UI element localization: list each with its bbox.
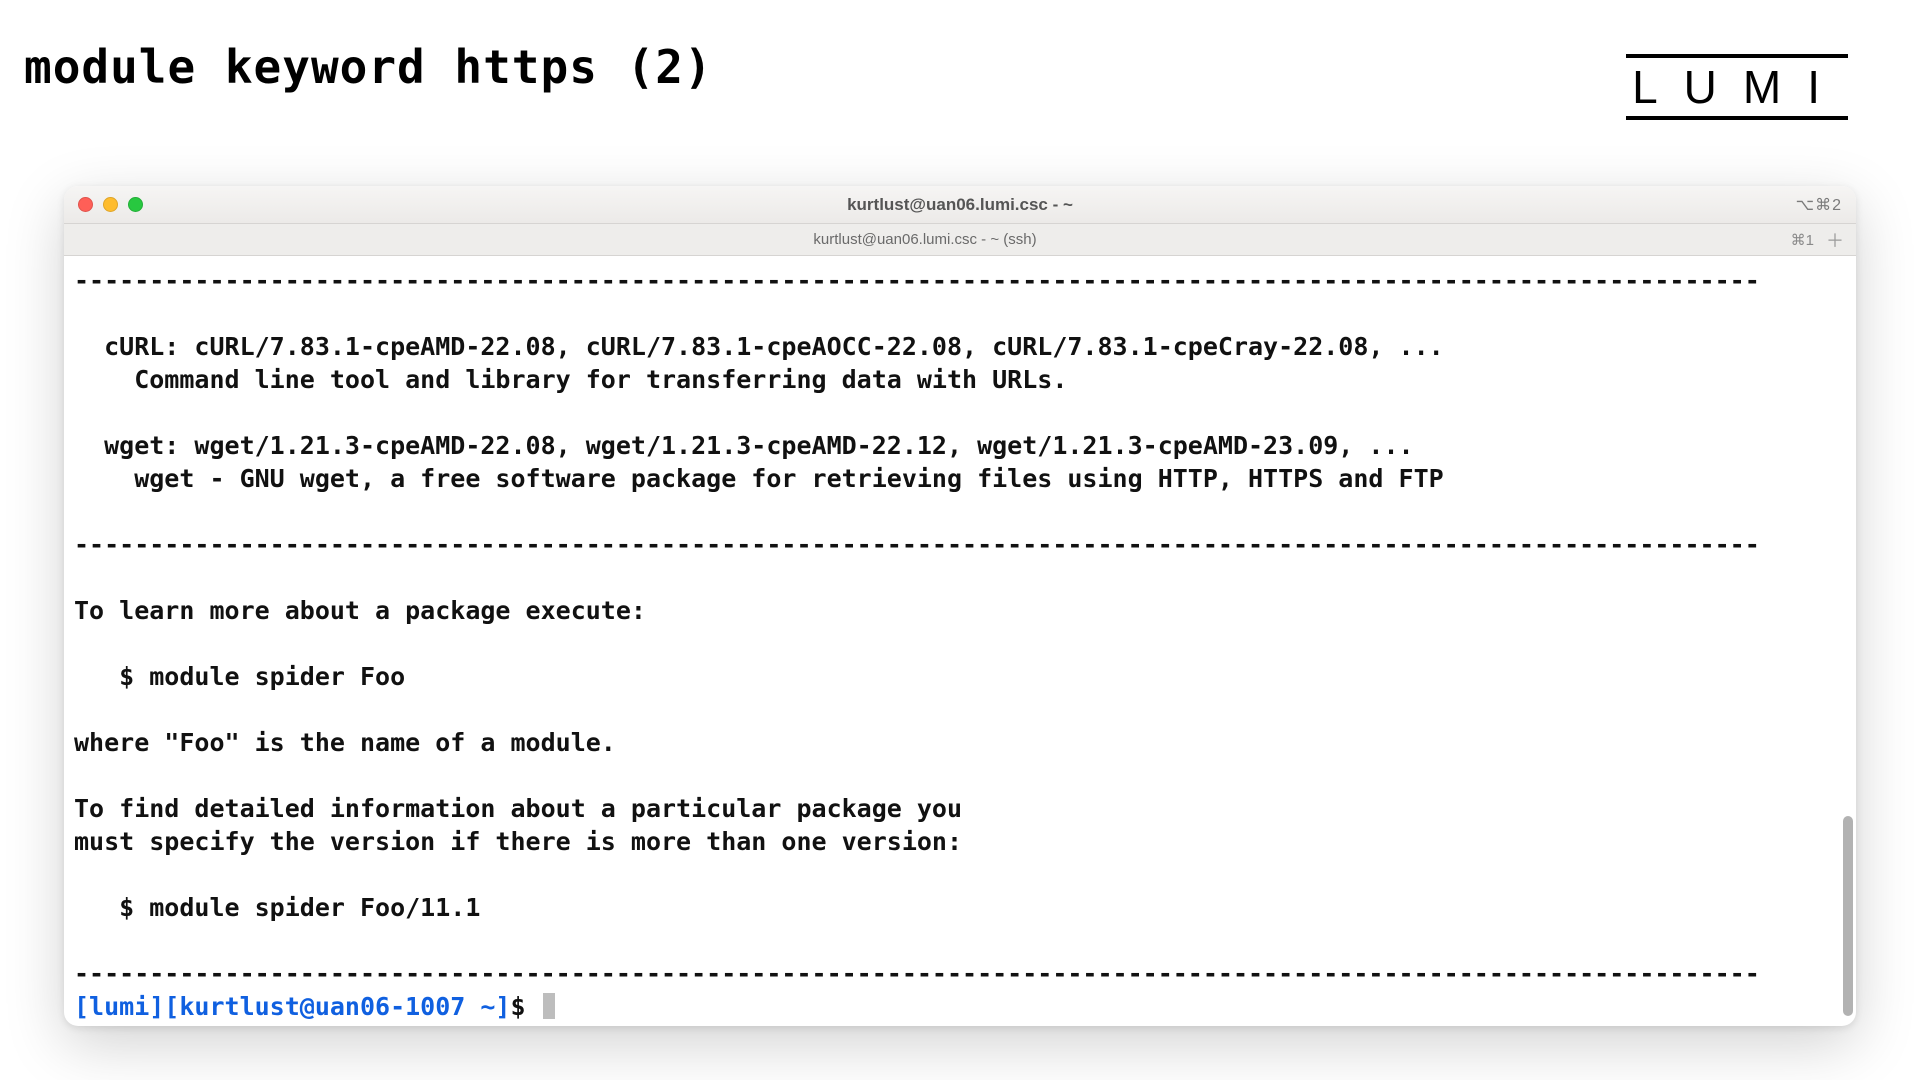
learn-more-line: To learn more about a package execute: xyxy=(74,596,646,625)
prompt-host: [lumi][kurtlust@uan06-1007 ~] xyxy=(74,992,511,1021)
tab-ssh[interactable]: kurtlust@uan06.lumi.csc - ~ (ssh) xyxy=(64,224,1786,256)
tabbar-right: ⌘1 ＋ xyxy=(1786,229,1856,251)
terminal-window: kurtlust@uan06.lumi.csc - ~ ⌥⌘2 kurtlust… xyxy=(64,186,1856,1026)
sep-line-3: ----------------------------------------… xyxy=(74,959,1760,988)
curl-desc-line: Command line tool and library for transf… xyxy=(74,365,1067,394)
window-shortcut-label: ⌥⌘2 xyxy=(1796,195,1842,215)
logo-text: LUMI xyxy=(1626,60,1848,114)
window-title: kurtlust@uan06.lumi.csc - ~ xyxy=(64,195,1856,215)
window-titlebar[interactable]: kurtlust@uan06.lumi.csc - ~ ⌥⌘2 xyxy=(64,186,1856,224)
tab-shortcut-label: ⌘1 xyxy=(1791,231,1814,249)
page-title: module keyword https (2) xyxy=(24,40,1900,94)
terminal-body[interactable]: ----------------------------------------… xyxy=(64,256,1856,1026)
wget-modules-line: wget: wget/1.21.3-cpeAMD-22.08, wget/1.2… xyxy=(74,431,1414,460)
tab-bar: kurtlust@uan06.lumi.csc - ~ (ssh) ⌘1 ＋ xyxy=(64,224,1856,256)
wget-desc-line: wget - GNU wget, a free software package… xyxy=(74,464,1444,493)
where-foo-line: where "Foo" is the name of a module. xyxy=(74,728,616,757)
cursor-icon xyxy=(543,993,555,1019)
lumi-logo: LUMI xyxy=(1626,52,1848,122)
detail-line-2: must specify the version if there is mor… xyxy=(74,827,962,856)
sep-line-2: ----------------------------------------… xyxy=(74,530,1760,559)
add-tab-button[interactable]: ＋ xyxy=(1824,229,1846,251)
logo-bar-top xyxy=(1626,54,1848,58)
detail-line-1: To find detailed information about a par… xyxy=(74,794,962,823)
scrollbar-thumb[interactable] xyxy=(1843,816,1853,1016)
spider-example-1: $ module spider Foo xyxy=(74,662,405,691)
slide: module keyword https (2) LUMI kurtlust@u… xyxy=(0,0,1920,1080)
prompt-tail: $ xyxy=(511,992,541,1021)
terminal-output: ----------------------------------------… xyxy=(64,256,1856,1026)
spider-example-2: $ module spider Foo/11.1 xyxy=(74,893,480,922)
sep-line: ----------------------------------------… xyxy=(74,266,1760,295)
logo-bar-bottom xyxy=(1626,116,1848,120)
curl-modules-line: cURL: cURL/7.83.1-cpeAMD-22.08, cURL/7.8… xyxy=(74,332,1444,361)
